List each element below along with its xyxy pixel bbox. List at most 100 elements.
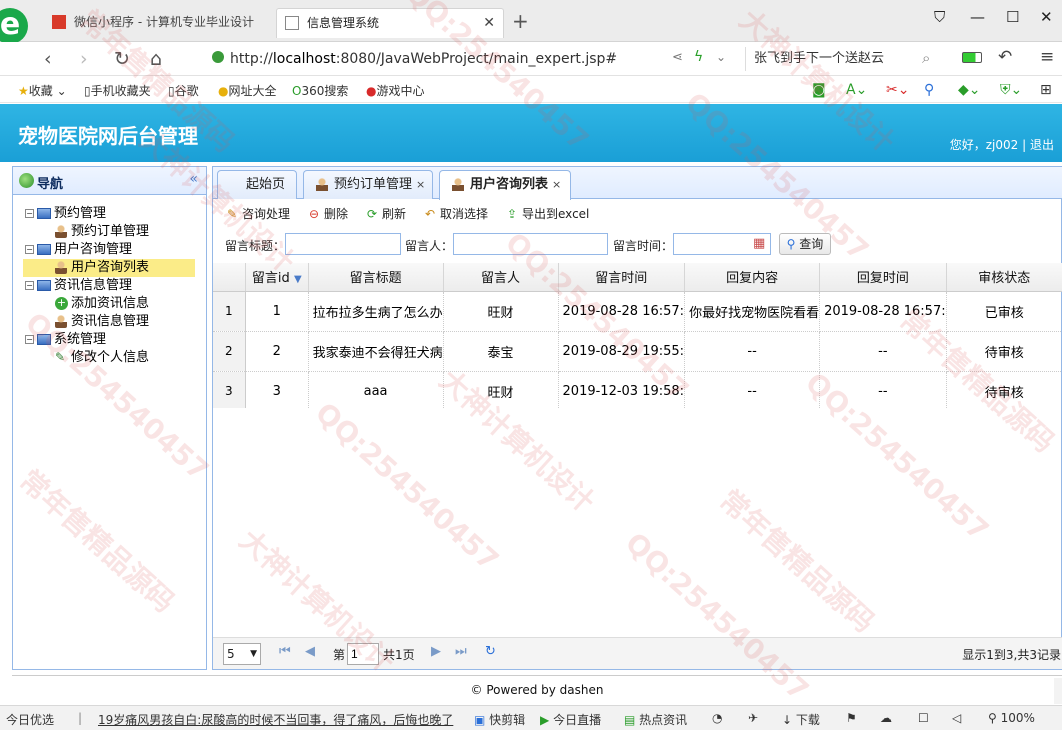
back-icon[interactable]: ‹: [44, 48, 52, 70]
tab-consult-list[interactable]: 用户咨询列表 ×: [439, 170, 571, 200]
delete-button[interactable]: ⊖ 删除: [307, 205, 348, 222]
table-row[interactable]: 3 3 aaa 旺财 2019-12-03 19:58: -- -- 待审核: [213, 371, 1062, 408]
column-header-time[interactable]: 留言时间: [558, 263, 686, 292]
prev-page-icon[interactable]: ◀: [305, 644, 315, 659]
tree-toggle-icon[interactable]: −: [25, 335, 34, 344]
column-header-reply-time[interactable]: 回复时间: [819, 263, 947, 292]
tree-node-consult[interactable]: − 用户咨询管理: [25, 241, 132, 259]
search-box[interactable]: 张飞到手下一个送赵云: [745, 47, 945, 71]
column-header-author[interactable]: 留言人: [443, 263, 559, 292]
tree-node-consult-list[interactable]: 用户咨询列表: [23, 259, 195, 277]
volume-icon[interactable]: ◁: [952, 711, 961, 725]
next-page-icon[interactable]: ▶: [431, 644, 441, 659]
forward-icon[interactable]: ›: [80, 48, 88, 70]
menu-icon[interactable]: ≡: [1040, 47, 1054, 67]
battery-icon[interactable]: [962, 52, 982, 63]
table-row[interactable]: 2 2 我家泰迪不会得狂犬病 泰宝 2019-08-29 19:55: -- -…: [213, 331, 1062, 372]
column-header-reply[interactable]: 回复内容: [684, 263, 821, 292]
bookmark-mobile[interactable]: ▯手机收藏夹: [84, 82, 151, 99]
status-quick-edit[interactable]: ▣ 快剪辑: [474, 711, 525, 728]
tree-node-news[interactable]: − 资讯信息管理: [25, 277, 132, 295]
scrollbar[interactable]: [1054, 678, 1062, 704]
status-news-link[interactable]: 19岁痛风男孩自白:尿酸高的时候不当回事，得了痛风，后悔也晚了: [98, 711, 453, 728]
tree-node-system[interactable]: − 系统管理: [25, 331, 106, 349]
cloud-icon[interactable]: ☁: [880, 711, 892, 725]
status-download[interactable]: ↓ 下载: [782, 711, 820, 728]
table-row[interactable]: 1 1 拉布拉多生病了怎么办 旺财 2019-08-28 16:57: 你最好找…: [213, 291, 1062, 332]
tree-node-booking-orders[interactable]: 预约订单管理: [55, 223, 149, 241]
query-button[interactable]: ⚲ 查询: [779, 233, 831, 255]
tree-toggle-icon[interactable]: −: [25, 281, 34, 290]
maximize-icon[interactable]: ☐: [1006, 8, 1019, 26]
reload-icon[interactable]: ↻: [114, 48, 130, 70]
tab-booking-orders[interactable]: 预约订单管理 ×: [303, 170, 433, 199]
refresh-button[interactable]: ⟳ 刷新: [365, 205, 406, 222]
logout-link[interactable]: 退出: [1030, 138, 1054, 152]
close-tab-icon[interactable]: ×: [416, 178, 425, 191]
tree-toggle-icon[interactable]: −: [25, 209, 34, 218]
tree-node-edit-profile[interactable]: ✎ 修改个人信息: [55, 349, 149, 367]
page-size-select[interactable]: 5 ▼: [223, 643, 261, 665]
close-tab-icon[interactable]: ✕: [483, 9, 495, 37]
translate-icon[interactable]: A⌄: [846, 82, 867, 98]
column-header-id[interactable]: 留言id ▼: [245, 263, 309, 292]
browser-logo-icon[interactable]: e: [0, 8, 28, 44]
shield-icon[interactable]: ⛨⌄: [1000, 82, 1022, 98]
cell-reply: --: [684, 331, 821, 372]
undo-icon[interactable]: ↶: [998, 47, 1012, 67]
tree-node-news-manage[interactable]: 资讯信息管理: [55, 313, 149, 331]
bookmark-favorites[interactable]: ★收藏 ⌄: [18, 82, 67, 99]
home-icon[interactable]: ⌂: [150, 48, 162, 70]
bookmark-360search[interactable]: O360搜索: [292, 82, 348, 99]
refresh-icon[interactable]: ↻: [485, 644, 496, 659]
collapse-icon[interactable]: «: [189, 171, 198, 187]
status-hot-news[interactable]: ▤ 热点资讯: [624, 711, 687, 728]
browser-tab-wechat[interactable]: 微信小程序 - 计算机专业毕业设计: [44, 8, 276, 38]
search-icon[interactable]: ⌕: [922, 49, 930, 67]
author-filter-input[interactable]: [453, 233, 608, 255]
cell-status: 待审核: [946, 331, 1062, 372]
cell-time: 2019-12-03 19:58:: [558, 371, 686, 408]
first-page-icon[interactable]: ⏮: [279, 644, 291, 659]
page-number-input[interactable]: [347, 643, 379, 665]
bookmark-site-nav[interactable]: ●网址大全: [218, 82, 277, 99]
share-icon[interactable]: ⋖: [672, 50, 683, 65]
scissors-icon[interactable]: ✂⌄: [886, 82, 909, 98]
calendar-icon[interactable]: ▦: [753, 236, 765, 251]
window-icon[interactable]: ☐: [918, 711, 929, 725]
cell-status: 待审核: [946, 371, 1062, 408]
status-today-picks[interactable]: 今日优选: [6, 711, 54, 728]
minimize-icon[interactable]: —: [970, 8, 985, 26]
chevron-down-icon[interactable]: ⌄: [716, 50, 726, 64]
status-zoom[interactable]: ⚲ 100%: [988, 711, 1035, 725]
close-tab-icon[interactable]: ×: [552, 178, 561, 191]
chat-icon[interactable]: ◙: [812, 82, 826, 98]
export-excel-button[interactable]: ⇪ 导出到excel: [505, 205, 589, 222]
skin-icon[interactable]: ⛉: [934, 8, 945, 26]
tab-home[interactable]: 起始页: [217, 170, 297, 199]
new-tab-icon[interactable]: +: [512, 9, 529, 33]
column-header-status[interactable]: 审核状态: [946, 263, 1062, 292]
cancel-select-button[interactable]: ↶ 取消选择: [423, 205, 488, 222]
column-header-title[interactable]: 留言标题: [308, 263, 444, 292]
title-filter-input[interactable]: [285, 233, 401, 255]
bookmark-google[interactable]: ▯谷歌: [168, 82, 199, 99]
cell-reply-time: --: [819, 371, 947, 408]
divider-icon: |: [78, 711, 83, 725]
process-button[interactable]: ✎ 咨询处理: [225, 205, 290, 222]
speed-icon[interactable]: ◔: [712, 711, 722, 725]
close-window-icon[interactable]: ✕: [1040, 8, 1053, 26]
pin-icon[interactable]: ✈: [748, 711, 758, 725]
magnifier-icon[interactable]: ⚲: [924, 82, 934, 98]
browser-tab-active[interactable]: 信息管理系统 ✕: [276, 8, 504, 38]
tree-node-booking[interactable]: − 预约管理: [25, 205, 106, 223]
bookmark-game-center[interactable]: ●游戏中心: [366, 82, 425, 99]
last-page-icon[interactable]: ⏭: [455, 644, 467, 659]
apps-grid-icon[interactable]: ⊞: [1040, 82, 1052, 98]
flag-icon[interactable]: ⚑: [846, 711, 857, 725]
tree-node-add-news[interactable]: + 添加资讯信息: [55, 295, 149, 313]
lightning-icon[interactable]: ϟ: [694, 49, 703, 65]
gamepad-icon[interactable]: ◆⌄: [958, 82, 981, 98]
tree-toggle-icon[interactable]: −: [25, 245, 34, 254]
status-live[interactable]: ▶ 今日直播: [540, 711, 601, 728]
